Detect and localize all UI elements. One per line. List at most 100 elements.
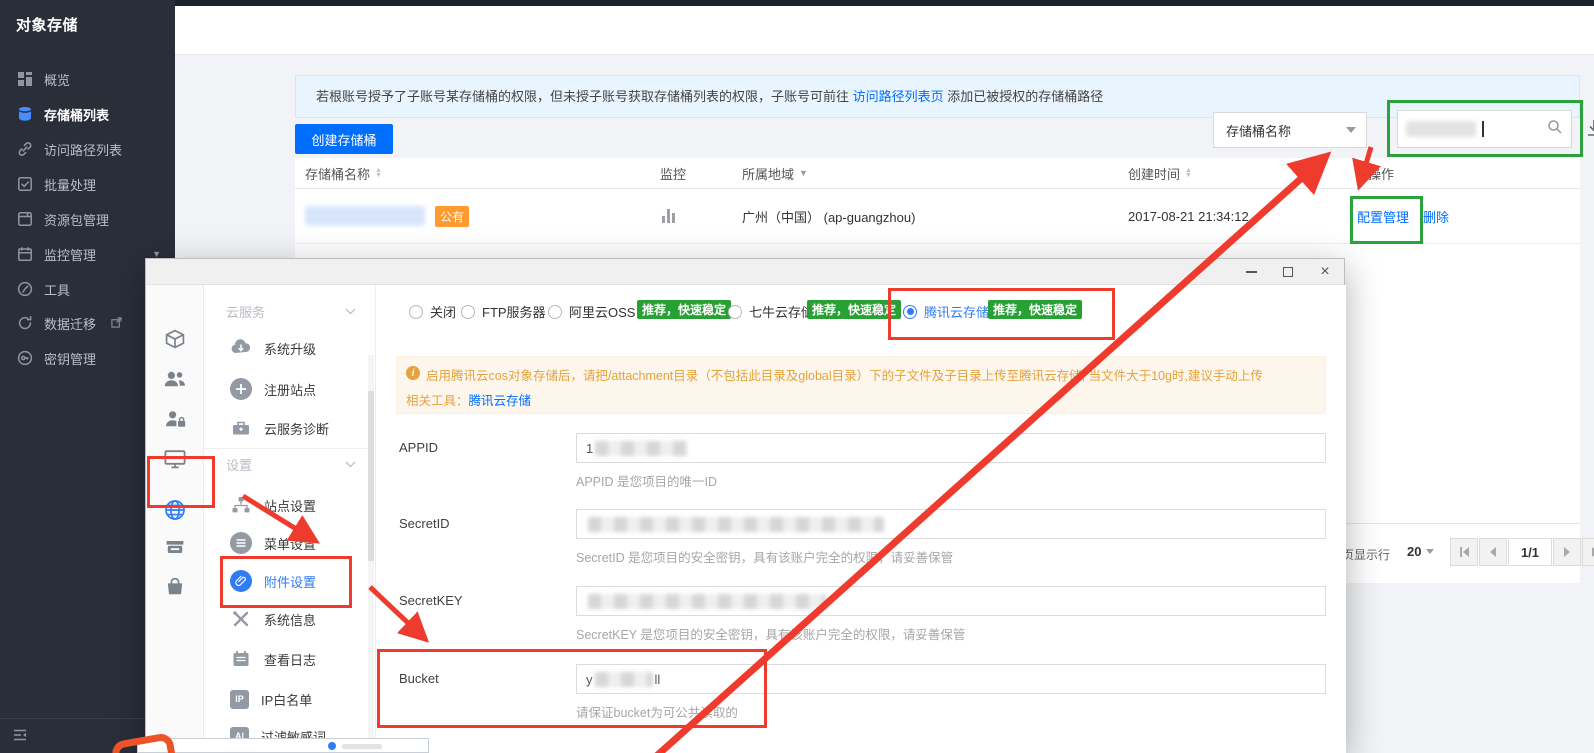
divider [204, 448, 369, 449]
radio-off[interactable]: 关闭 [409, 302, 456, 321]
page-indicator: 1/1 [1508, 538, 1552, 566]
radio-tencent-cos[interactable]: 腾讯云存储 [903, 302, 989, 321]
radio-icon [409, 305, 423, 319]
radio-selected-icon [903, 305, 917, 319]
visibility-badge: 公有 [435, 206, 469, 227]
app-header [175, 6, 1594, 55]
radio-icon [548, 305, 562, 319]
monitor-icon[interactable] [163, 447, 187, 471]
col-header-monitor: 监控 [660, 158, 686, 188]
menu-item-system-upgrade[interactable]: 系统升级 [204, 331, 370, 365]
secretid-label: SecretID [399, 509, 450, 539]
sidebar-item-label: 资源包管理 [44, 210, 109, 229]
sidebar-item-label: 密钥管理 [44, 349, 96, 368]
sidebar-item-label: 批量处理 [44, 175, 96, 194]
menu-scrollbar[interactable] [368, 355, 374, 751]
menu-item-attachment-settings[interactable]: 附件设置 [204, 564, 370, 598]
printer-icon[interactable] [163, 535, 187, 559]
sidebar-item-label: 概览 [44, 70, 70, 89]
cloud-download-icon [230, 337, 252, 359]
chevron-down-icon [1426, 549, 1434, 554]
bucket-icon [17, 106, 33, 122]
list-circle-icon [230, 532, 252, 554]
settings-dialog: × 云服务 系统升级 注册站点 [145, 258, 1345, 753]
secretid-input[interactable] [576, 509, 1326, 539]
log-calendar-icon [230, 648, 252, 670]
maximize-button[interactable] [1273, 263, 1303, 281]
package-icon [17, 211, 33, 227]
banner-text: 若根账号授予了子账号某存储桶的权限，但未授子账号获取存储桶列表的权限，子账号可前… [316, 89, 853, 104]
users-icon[interactable] [163, 367, 187, 391]
radio-aliyun-oss[interactable]: 阿里云OSS [548, 302, 635, 321]
notice-text: 启用腾讯云cos对象存储后，请把/attachment目录（不包括此目录及glo… [426, 365, 1316, 384]
menu-group-cloud[interactable]: 云服务 [226, 302, 356, 321]
bag-icon[interactable] [163, 575, 187, 599]
delete-link[interactable]: 删除 [1423, 207, 1449, 226]
banner-link[interactable]: 访问路径列表页 [853, 89, 944, 104]
sidebar-item-bucket-list[interactable]: 存储桶列表 [0, 97, 175, 131]
menu-item-ip-whitelist[interactable]: IP IP白名单 [204, 682, 370, 716]
filter-field-select[interactable]: 存储桶名称 [1213, 112, 1367, 148]
menu-item-menu-settings[interactable]: 菜单设置 [204, 526, 370, 560]
search-icon[interactable] [1547, 119, 1563, 140]
menu-item-view-logs[interactable]: 查看日志 [204, 642, 370, 676]
menu-item-register-site[interactable]: 注册站点 [204, 372, 370, 406]
sidebar-item-overview[interactable]: 概览 [0, 62, 175, 96]
col-header-region: 所属地域 ▼ [742, 158, 808, 188]
menu-item-site-settings[interactable]: 站点设置 [204, 488, 370, 522]
collapse-sidebar-icon[interactable] [12, 727, 28, 748]
redacted-text [342, 744, 382, 749]
close-button[interactable]: × [1310, 263, 1340, 281]
sort-icon[interactable]: ▲▼ [1185, 168, 1192, 178]
tool-circle-icon [17, 281, 33, 297]
dialog-titlebar[interactable]: × [146, 259, 1344, 285]
minimize-button[interactable] [1236, 263, 1266, 281]
external-link-icon [111, 316, 122, 331]
sort-icon[interactable]: ▲▼ [375, 168, 382, 178]
secretkey-input[interactable] [576, 586, 1326, 616]
cos-tool-link[interactable]: 腾讯云存储 [469, 394, 532, 408]
sidebar-item-resource-pack[interactable]: 资源包管理 [0, 202, 175, 236]
create-bucket-button[interactable]: 创建存储桶 [295, 124, 393, 154]
sidebar-item-batch[interactable]: 批量处理 [0, 167, 175, 201]
secretkey-help: SecretKEY 是您项目的安全密钥，具有该账户完全的权限，请妥善保管 [576, 624, 965, 643]
page-size-select[interactable]: 20 [1407, 544, 1434, 559]
dialog-menu: 云服务 系统升级 注册站点 云服务诊断 设置 站点设置 [204, 285, 376, 753]
bucket-name-cell[interactable]: 公有 [305, 189, 469, 243]
refresh-icon [17, 315, 33, 331]
redacted-value [595, 441, 687, 456]
banner-text: 添加已被授权的存储桶路径 [944, 89, 1104, 104]
last-page-button[interactable] [1582, 538, 1594, 566]
first-page-button[interactable] [1450, 538, 1478, 566]
download-list-icon[interactable] [1584, 118, 1594, 143]
radio-ftp[interactable]: FTP服务器 [461, 302, 546, 321]
search-input[interactable] [1397, 110, 1572, 148]
sidebar-item-label: 工具 [44, 280, 70, 299]
paperclip-icon [230, 570, 252, 592]
top-strip [0, 0, 1594, 6]
prev-page-button[interactable] [1479, 538, 1507, 566]
monitor-cell[interactable] [662, 189, 675, 243]
next-page-button[interactable] [1553, 538, 1581, 566]
menu-item-cloud-diagnosis[interactable]: 云服务诊断 [204, 411, 370, 445]
radio-icon [461, 305, 475, 319]
key-icon [17, 350, 33, 366]
filter-selected-value: 存储桶名称 [1226, 121, 1291, 140]
redacted-value [595, 672, 653, 687]
secretkey-label: SecretKEY [399, 586, 463, 616]
configure-link[interactable]: 配置管理 [1357, 207, 1409, 226]
menu-group-settings[interactable]: 设置 [226, 455, 356, 474]
appid-input[interactable]: 1 [576, 433, 1326, 463]
menu-item-system-info[interactable]: 系统信息 [204, 602, 370, 636]
blue-dot-icon [328, 742, 336, 750]
dialog-icon-rail [146, 285, 204, 753]
created-cell: 2017-08-21 21:34:12 [1128, 189, 1249, 243]
globe-icon[interactable] [163, 498, 187, 522]
bucket-input[interactable]: y ll [576, 664, 1326, 694]
bar-chart-icon[interactable] [662, 209, 675, 223]
cloud-service-icon[interactable] [163, 327, 187, 351]
sidebar-item-access-paths[interactable]: 访问路径列表 [0, 132, 175, 166]
filter-funnel-icon[interactable]: ▼ [799, 168, 808, 178]
user-lock-icon[interactable] [163, 407, 187, 431]
radio-qiniu[interactable]: 七牛云存储 [728, 302, 814, 321]
